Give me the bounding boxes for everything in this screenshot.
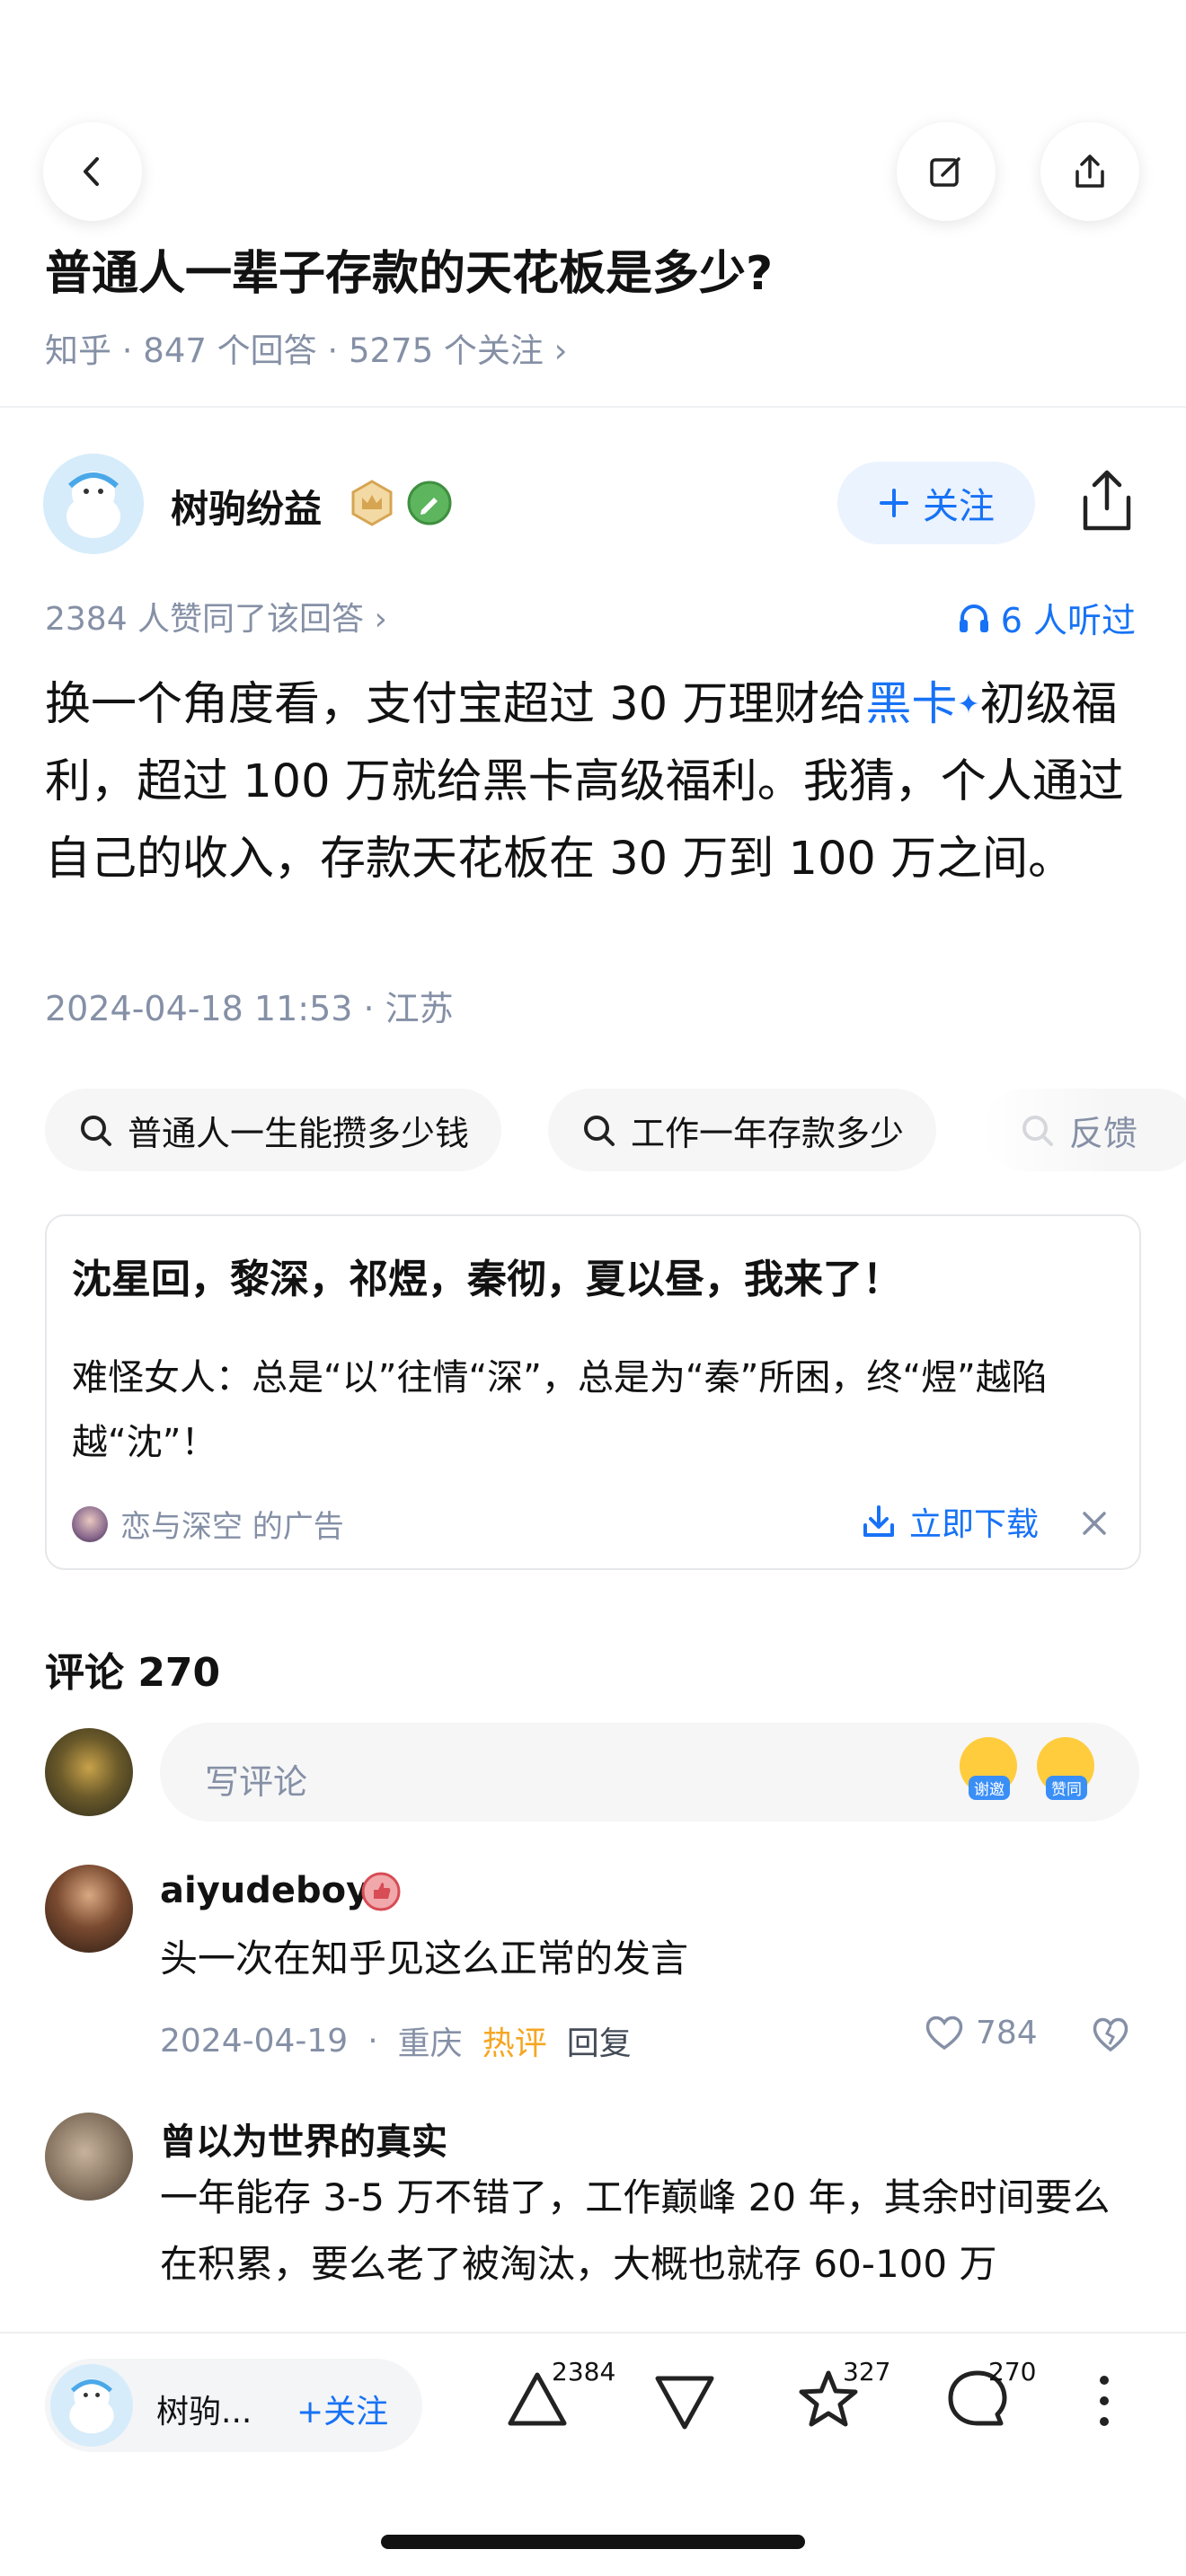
related-search-chip[interactable]: 普通人一生能攒多少钱: [45, 1089, 502, 1171]
comments-header: 评论 270: [45, 1650, 221, 1696]
link-sparkle-icon: ✦: [957, 689, 980, 720]
related-search-chip[interactable]: 工作一年存款多少: [548, 1089, 937, 1171]
downvote-triangle-icon: [655, 2376, 714, 2430]
separator-dot: ·: [367, 2022, 378, 2060]
dislike-button[interactable]: [1091, 2016, 1130, 2057]
author-name[interactable]: 树驹纷益: [171, 479, 322, 534]
search-icon: [584, 1116, 615, 1146]
bottom-author-name: 树驹...: [156, 2394, 252, 2430]
share-answer-button[interactable]: [1078, 469, 1136, 537]
edit-button[interactable]: [897, 122, 996, 221]
headphones-icon: [959, 604, 988, 632]
reply-button[interactable]: 回复: [567, 2017, 632, 2064]
share-icon: [1083, 470, 1131, 531]
ad-description[interactable]: 难怪女人：总是“以”往情“深”，总是为“秦”所困，终“煜”越陷越“沈”！: [72, 1345, 1096, 1475]
commenter-name[interactable]: 曾以为世界的真实: [160, 2113, 447, 2165]
comment-like-button[interactable]: 784: [924, 2014, 1038, 2051]
question-title[interactable]: 普通人一辈子存款的天花板是多少?: [45, 235, 773, 303]
share-button[interactable]: [1040, 122, 1139, 221]
share-icon: [1075, 154, 1104, 188]
search-icon: [1022, 1116, 1053, 1146]
comment-text: 头一次在知乎见这么正常的发言: [160, 1936, 689, 1981]
black-card-link[interactable]: 黑卡: [865, 678, 957, 731]
listen-count: 6 人听过: [1000, 601, 1136, 640]
answer-body: 换一个角度看，支付宝超过 30 万理财给黑卡✦初级福利，超过 100 万就给黑卡…: [45, 678, 1124, 886]
emoji-tag: 赞同: [1046, 1776, 1087, 1800]
advertiser-avatar: [72, 1505, 108, 1542]
author-avatar[interactable]: [43, 454, 144, 554]
broken-heart-icon: [1093, 2017, 1128, 2052]
divider: [0, 406, 1186, 408]
search-icon: [81, 1116, 111, 1146]
edit-icon: [930, 157, 960, 187]
agree-count-link[interactable]: 2384 人赞同了该回答 ›: [45, 593, 387, 640]
comment-meta: 2024-04-19 · 重庆 热评 回复: [160, 2017, 632, 2064]
hot-comment-badge: 热评: [482, 2025, 547, 2062]
comment-location: 重庆: [397, 2025, 463, 2062]
my-avatar: [45, 1728, 133, 1816]
heart-icon: [925, 2016, 963, 2051]
answer-date: 2024-04-18 11:53 · 江苏: [45, 989, 454, 1028]
home-indicator[interactable]: [381, 2535, 805, 2549]
ad-title[interactable]: 沈星回，黎深，祁煜，秦彻，夏以昼，我来了！: [72, 1247, 902, 1304]
downvote-button[interactable]: [652, 2371, 717, 2438]
question-meta[interactable]: 知乎 · 847 个回答 · 5275 个关注 ›: [45, 323, 567, 372]
feedback-chip[interactable]: 反馈: [983, 1089, 1186, 1171]
follow-button[interactable]: 关注: [837, 462, 1035, 544]
ad-source: 恋与深空 的广告: [72, 1502, 344, 1546]
comment-count: 270: [988, 2357, 1037, 2386]
close-icon: [1083, 1512, 1106, 1535]
more-button[interactable]: [1091, 2369, 1118, 2436]
back-button[interactable]: [43, 122, 142, 221]
crown-badge-icon: [349, 480, 395, 530]
upvote-count: 2384: [552, 2357, 616, 2386]
like-badge-icon: [361, 1872, 401, 1915]
bottom-author-avatar: [50, 2364, 133, 2447]
ad-download-button[interactable]: 立即下载: [861, 1498, 1039, 1545]
commenter-avatar[interactable]: [45, 2113, 133, 2201]
comment-placeholder: 写评论: [205, 1762, 308, 1802]
commenter-avatar[interactable]: [45, 1865, 133, 1953]
commenter-name[interactable]: aiyudeboy: [160, 1870, 369, 1911]
ad-close-button[interactable]: [1080, 1509, 1109, 1541]
plus-icon: [880, 489, 908, 517]
comment-date: 2024-04-19: [160, 2022, 349, 2060]
comment-text: 一年能存 3-5 万不错了，工作巅峰 20 年，其余时间要么在积累，要么老了被淘…: [160, 2175, 1111, 2286]
download-icon: [863, 1505, 894, 1537]
favorite-count: 327: [843, 2357, 891, 2386]
bottom-follow-button[interactable]: +关注: [296, 2386, 388, 2432]
emoji-tag: 谢邀: [969, 1776, 1010, 1800]
chevron-left-icon: [84, 157, 99, 186]
pencil-badge-icon: [406, 480, 453, 530]
listen-button[interactable]: 6 人听过: [956, 593, 1136, 642]
more-vertical-icon: [1100, 2376, 1109, 2426]
follow-label: 关注: [923, 486, 995, 527]
